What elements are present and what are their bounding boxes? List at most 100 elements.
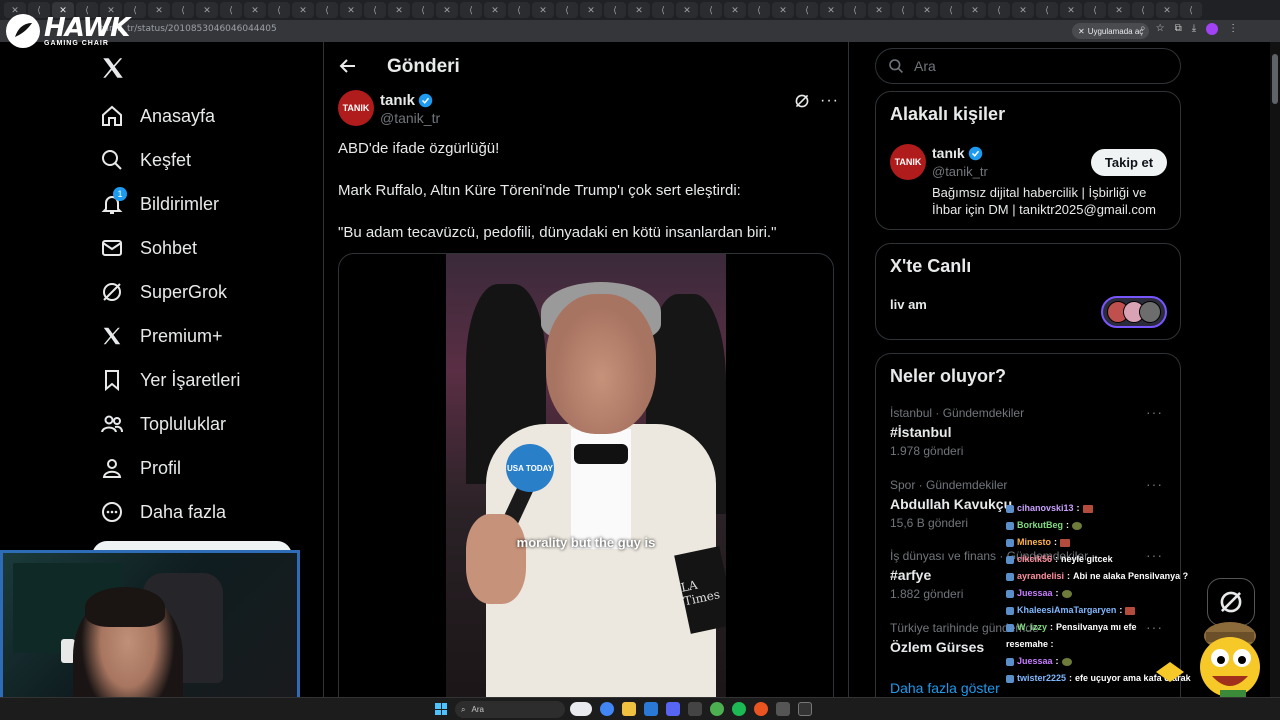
chat-username[interactable]: cihanovski13 [1017,500,1074,517]
browser-tab[interactable]: ✕ [1060,2,1082,18]
chat-username[interactable]: cikcik56 [1017,551,1052,568]
chat-username[interactable]: Minesto [1017,534,1051,551]
nav-item-people[interactable]: Topluluklar [100,402,240,446]
browser-address-bar[interactable]: tanik_tr/status/2010853046046044405 ✕ Uy… [0,20,1280,42]
browser-tab[interactable]: ✕ [148,2,170,18]
browser-tab[interactable]: ⟨ [988,2,1010,18]
browser-tab[interactable]: ⟨ [460,2,482,18]
related-name-row[interactable]: tanık [932,145,983,161]
author-handle[interactable]: @tanik_tr [380,110,440,126]
nav-item-bookmark[interactable]: Yer İşaretleri [100,358,240,402]
nav-item-more-circle[interactable]: Daha fazla [100,490,240,534]
follow-button[interactable]: Takip et [1091,149,1167,176]
browser-tab[interactable]: ⟨ [652,2,674,18]
extensions-icon[interactable]: ⧉ [1175,23,1182,35]
browser-tab[interactable]: ⟨ [940,2,962,18]
live-host[interactable]: liv am [890,297,927,312]
browser-tab[interactable]: ✕ [532,2,554,18]
scrollbar[interactable] [1270,42,1280,720]
author-avatar[interactable]: TANIK [338,90,374,126]
browser-tab[interactable]: ⟨ [220,2,242,18]
back-arrow-icon[interactable] [338,56,358,76]
browser-tab[interactable]: ✕ [964,2,986,18]
windows-start-icon[interactable] [435,703,447,715]
nav-item-grok[interactable]: SuperGrok [100,270,240,314]
file-explorer-icon[interactable] [622,702,636,716]
chat-username[interactable]: KhaleesiAmaTargaryen [1017,602,1116,619]
search-input[interactable] [914,58,1154,74]
star-icon[interactable]: ☆ [1156,23,1165,35]
browser-tab[interactable]: ⟨ [1132,2,1154,18]
browser-tab[interactable]: ✕ [580,2,602,18]
grok-icon[interactable] [794,93,810,109]
browser-tab[interactable]: ✕ [1156,2,1178,18]
browser-tab[interactable]: ✕ [772,2,794,18]
post-media[interactable]: USA TODAY LA Times morality but the guy … [338,253,834,720]
browser-icon[interactable] [754,702,768,716]
browser-tab[interactable]: ✕ [436,2,458,18]
nav-item-bell[interactable]: 1 Bildirimler [100,182,240,226]
nav-item-search[interactable]: Keşfet [100,138,240,182]
browser-tab[interactable]: ✕ [292,2,314,18]
author-name-row[interactable]: tanık [380,92,433,109]
obs-icon[interactable] [798,702,812,716]
app-icon[interactable] [776,702,790,716]
nav-item-mail[interactable]: Sohbet [100,226,240,270]
app-icon[interactable] [688,702,702,716]
browser-tab[interactable]: ✕ [1108,2,1130,18]
live-avatars[interactable] [1101,296,1167,328]
browser-tab[interactable]: ⟨ [268,2,290,18]
download-icon[interactable]: ⤓ [1192,23,1196,35]
trend-item[interactable]: Spor · Gündemdekiler Abdullah Kavukçu 15,6… [890,478,1012,530]
related-name[interactable]: tanık [932,145,965,161]
nav-item-x[interactable]: Premium+ [100,314,240,358]
show-more-link[interactable]: Daha fazla göster [890,680,1000,696]
chat-username[interactable]: Juessaa [1017,585,1053,602]
browser-tab[interactable]: ⟨ [796,2,818,18]
trend-item[interactable]: İstanbul · Gündemdekiler #İstanbul 1.978 g… [890,406,1024,458]
x-logo-icon[interactable] [100,55,126,81]
related-avatar[interactable]: TANIK [890,144,926,180]
menu-icon[interactable]: ⋮ [1228,23,1238,35]
search-bar[interactable] [875,48,1181,84]
store-icon[interactable] [644,702,658,716]
browser-tab[interactable]: ✕ [676,2,698,18]
browser-tab[interactable]: ⟨ [748,2,770,18]
more-options-icon[interactable]: ··· [820,92,839,110]
browser-tab[interactable]: ✕ [820,2,842,18]
browser-tab[interactable]: ✕ [724,2,746,18]
chat-username[interactable]: W_izzy [1017,619,1047,636]
browser-tab[interactable]: ⟨ [556,2,578,18]
browser-tab[interactable]: ✕ [916,2,938,18]
browser-tab[interactable]: ⟨ [604,2,626,18]
profile-avatar[interactable] [1206,23,1219,35]
browser-tab[interactable]: ✕ [1012,2,1034,18]
zoom-icon[interactable]: ⌕ [1140,23,1146,35]
browser-tab[interactable]: ⟨ [892,2,914,18]
spotify-icon[interactable] [732,702,746,716]
nav-item-person[interactable]: Profil [100,446,240,490]
browser-tab[interactable]: ⟨ [700,2,722,18]
browser-tab[interactable]: ⟨ [172,2,194,18]
chat-username[interactable]: BorkutBeg [1017,517,1063,534]
browser-tab[interactable]: ✕ [388,2,410,18]
browser-tab[interactable]: ✕ [628,2,650,18]
chrome-icon[interactable] [600,702,614,716]
browser-tab[interactable]: ✕ [196,2,218,18]
chat-username[interactable]: ayrandelisi [1017,568,1064,585]
related-handle[interactable]: @tanik_tr [932,164,988,179]
author-name[interactable]: tanık [380,92,415,109]
nav-item-home[interactable]: Anasayfa [100,94,240,138]
browser-tab[interactable]: ⟨ [412,2,434,18]
widgets-icon[interactable] [570,702,592,716]
browser-tab[interactable]: ✕ [244,2,266,18]
browser-tab[interactable]: ⟨ [1084,2,1106,18]
browser-tab[interactable]: ✕ [340,2,362,18]
scroll-thumb[interactable] [1272,54,1278,104]
trend-more-icon[interactable]: ··· [1146,476,1163,492]
chat-username[interactable]: Juessaa [1017,653,1053,670]
taskbar-search[interactable]: ⌕ Ara [455,701,565,718]
chat-username[interactable]: twister2225 [1017,670,1066,687]
browser-tab[interactable]: ⟨ [1036,2,1058,18]
browser-tab[interactable]: ✕ [484,2,506,18]
